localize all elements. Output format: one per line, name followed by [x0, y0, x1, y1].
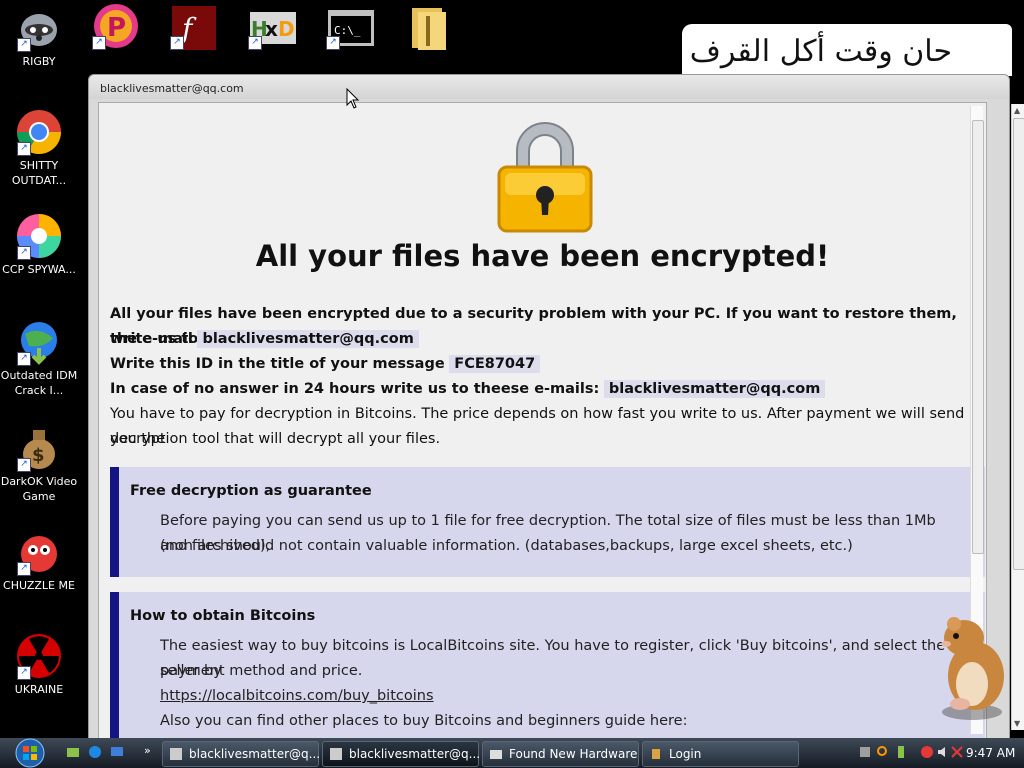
taskbar-item-ransom-1[interactable]: blacklivesmatter@q... — [162, 741, 321, 767]
taskbar-clock[interactable]: 9:47 AM — [966, 746, 1015, 760]
login-icon — [652, 749, 660, 759]
tray-warning-icon[interactable] — [920, 745, 934, 759]
window-icon — [170, 748, 182, 760]
taskbar-item-label: blacklivesmatter@q... — [349, 747, 481, 761]
padlock-icon — [497, 122, 593, 233]
scroll-up-icon[interactable]: ▲ — [1014, 106, 1020, 115]
hamster-mascot-icon — [941, 617, 1004, 720]
desktop-icon-label: CCP SPYWA... — [2, 263, 76, 276]
show-desktop-icon[interactable] — [66, 745, 80, 759]
folder-icon[interactable] — [404, 4, 454, 52]
tray-battery-icon[interactable] — [894, 745, 908, 759]
taskbar-item-login[interactable]: Login — [642, 741, 799, 767]
desktop-icon-label: DarkOK Video Game — [0, 475, 78, 503]
svg-text:x: x — [265, 17, 278, 41]
desktop-icon-label: UKRAINE — [14, 683, 64, 696]
window-titlebar[interactable]: blacklivesmatter@qq.com — [89, 75, 1009, 99]
box-title: Free decryption as guarantee — [130, 483, 372, 499]
window-scrollbar[interactable]: ▲ ▼ — [1011, 104, 1024, 730]
radiation-icon: ↗ — [15, 632, 63, 680]
taskbar-item-ransom-2[interactable]: blacklivesmatter@q... — [322, 741, 481, 767]
desktop-icon-darkok[interactable]: $ ↗ DarkOK Video Game — [0, 424, 78, 504]
tray-network-icon[interactable] — [858, 745, 872, 759]
scrollbar-thumb[interactable] — [972, 120, 984, 554]
headline: All your files have been encrypted! — [255, 239, 830, 273]
chrome-icon: ↗ — [15, 108, 63, 156]
svg-text:$: $ — [32, 445, 45, 466]
pdf-app-shortcut-icon[interactable]: P ↗ — [92, 4, 142, 52]
desktop-icon-chuzzle[interactable]: ↗ CHUZZLE ME — [0, 528, 78, 593]
box-title: How to obtain Bitcoins — [130, 608, 316, 624]
quick-launch-monitor-icon[interactable] — [110, 745, 124, 759]
noanswer-prefix: In case of no answer in 24 hours write u… — [110, 381, 600, 397]
quick-launch-expand-icon[interactable]: » — [144, 744, 151, 757]
victim-id[interactable]: FCE87047 — [449, 355, 541, 373]
taskbar-item-label: Found New Hardware — [509, 747, 638, 761]
noanswer-line: In case of no answer in 24 hours write u… — [110, 377, 826, 402]
localbitcoins-link[interactable]: https://localbitcoins.com/buy_bitcoins — [160, 684, 434, 709]
raccoon-icon: ↗ — [15, 4, 63, 52]
backup-email[interactable]: blacklivesmatter@qq.com — [603, 380, 826, 398]
email-line: the e-mail blacklivesmatter@qq.com — [110, 327, 419, 352]
email-prefix: the e-mail — [110, 331, 193, 347]
taskbar-item-label: Login — [669, 747, 702, 761]
taskbar-item-label: blacklivesmatter@q... — [189, 747, 321, 761]
desktop-icon-label: Outdated IDM Crack I... — [0, 369, 78, 397]
box-text: and files should not contain valuable in… — [160, 538, 853, 554]
box-text: payment method and price. — [160, 663, 363, 679]
scroll-down-icon[interactable]: ▼ — [1014, 719, 1020, 728]
arabic-banner: حان وقت أكل القرف — [682, 24, 1012, 76]
obtain-bitcoins-box: How to obtain Bitcoins The easiest way t… — [110, 592, 985, 740]
window-icon — [330, 748, 342, 760]
contact-email[interactable]: blacklivesmatter@qq.com — [197, 330, 419, 348]
desktop-icon-label: CHUZZLE ME — [3, 579, 75, 592]
tray-volume-icon[interactable] — [936, 745, 950, 759]
chuzzle-icon: ↗ — [15, 528, 63, 576]
payment-text-cont: decryption tool that will decrypt all yo… — [110, 431, 441, 447]
svg-text:P: P — [107, 13, 126, 43]
tray-muted-icon[interactable] — [950, 745, 964, 759]
id-line: Write this ID in the title of your messa… — [110, 352, 541, 377]
hardware-icon — [490, 750, 502, 759]
box-text: Also you can find other places to buy Bi… — [160, 713, 688, 729]
mouse-cursor-icon — [346, 88, 360, 109]
banner-text: حان وقت أكل القرف — [689, 34, 952, 69]
taskbar-item-found-hardware[interactable]: Found New Hardware — [482, 741, 639, 767]
start-button-icon[interactable] — [10, 738, 50, 768]
scrollbar-thumb[interactable] — [1013, 118, 1024, 570]
quick-launch-browser-icon[interactable] — [88, 745, 102, 759]
command-prompt-shortcut-icon[interactable]: C:\_ ↗ — [326, 4, 376, 52]
window-title: blacklivesmatter@qq.com — [100, 82, 244, 95]
hxd-shortcut-icon[interactable]: HxD ↗ — [248, 4, 298, 52]
desktop-icon-label: SHITTY OUTDAT... — [11, 159, 67, 187]
globe-download-icon: ↗ — [15, 318, 63, 366]
svg-text:D: D — [278, 17, 295, 41]
pinwheel-icon: ↗ — [15, 212, 63, 260]
desktop-icon-idm[interactable]: ↗ Outdated IDM Crack I... — [0, 318, 78, 398]
money-bag-icon: $ ↗ — [15, 424, 63, 472]
desktop-icon-rigby[interactable]: ↗ RIGBY — [0, 4, 78, 69]
desktop-icon-chrome[interactable]: ↗ SHITTY OUTDAT... — [0, 108, 78, 188]
desktop-icon-ccp[interactable]: ↗ CCP SPYWA... — [0, 212, 78, 277]
ransom-note-content: All your files have been encrypted! All … — [98, 102, 987, 741]
desktop-icon-ukraine[interactable]: ↗ UKRAINE — [0, 632, 78, 697]
id-prefix: Write this ID in the title of your messa… — [110, 356, 445, 372]
desktop-icon-label: RIGBY — [22, 55, 56, 68]
tray-search-icon[interactable] — [876, 745, 890, 759]
flash-shortcut-icon[interactable]: f ↗ — [170, 4, 220, 52]
free-decryption-box: Free decryption as guarantee Before payi… — [110, 467, 985, 577]
ransom-window: blacklivesmatter@qq.com All your files h… — [88, 74, 1010, 741]
